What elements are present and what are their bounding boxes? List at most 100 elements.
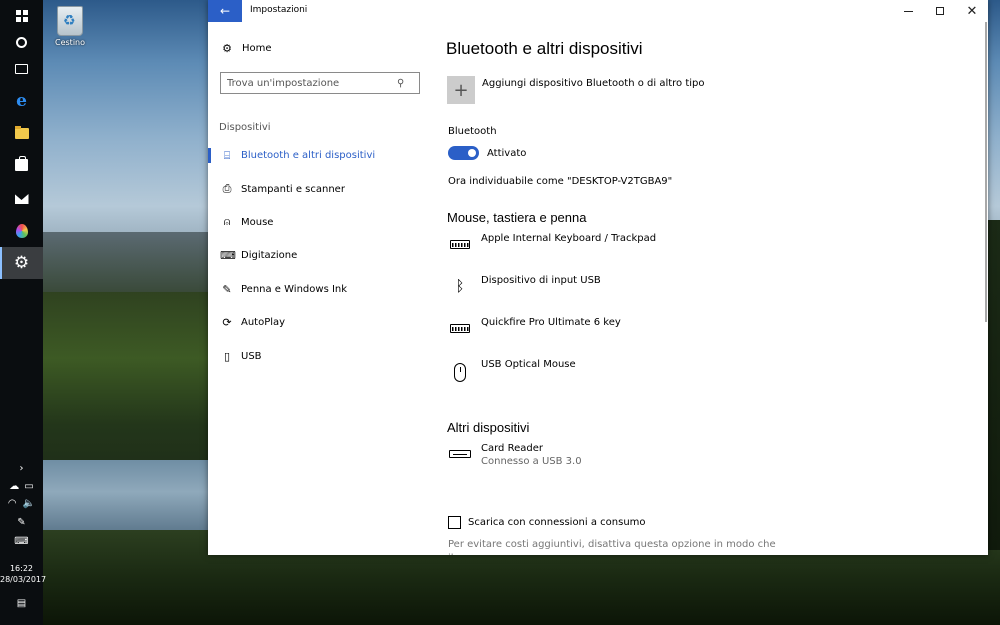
mouse-icon: ⍝ bbox=[223, 215, 231, 229]
settings-button[interactable]: ⚙ bbox=[0, 247, 43, 279]
taskbar: e ⚙ › ☁ ▭ ◠ 🔈 ✎ ⌨ 16:22 28/03/2017 ▤ bbox=[0, 0, 46, 625]
search-box: ⚲ bbox=[220, 72, 420, 94]
action-center-button[interactable]: ▤ bbox=[0, 598, 43, 609]
maximize-button[interactable] bbox=[924, 0, 956, 22]
minimize-button[interactable] bbox=[892, 0, 924, 22]
sidebar-item-label: Stampanti e scanner bbox=[241, 183, 345, 195]
store-button[interactable] bbox=[0, 149, 43, 181]
device-name: Quickfire Pro Ultimate 6 key bbox=[481, 317, 621, 328]
device-item[interactable]: Card Reader Connesso a USB 3.0 bbox=[448, 443, 582, 467]
recycle-bin-label: Cestino bbox=[55, 38, 85, 47]
paint-icon bbox=[15, 224, 28, 238]
clock-time: 16:22 bbox=[9, 564, 34, 573]
sidebar-item-label: Digitazione bbox=[241, 250, 298, 262]
search-input[interactable] bbox=[227, 77, 397, 89]
device-item[interactable]: Apple Internal Keyboard / Trackpad bbox=[448, 233, 656, 255]
sidebar-item-autoplay[interactable]: ⟳ AutoPlay bbox=[208, 306, 433, 339]
file-explorer-button[interactable] bbox=[0, 117, 43, 149]
search-icon[interactable]: ⚲ bbox=[397, 78, 404, 89]
sidebar-item-usb[interactable]: ▯ USB bbox=[208, 339, 433, 372]
add-device-button[interactable]: + bbox=[447, 76, 475, 104]
nav-home-label: Home bbox=[242, 43, 272, 54]
metered-download-label: Scarica con connessioni a consumo bbox=[468, 517, 646, 528]
back-button[interactable]: ← bbox=[208, 0, 242, 22]
show-hidden-icons-button[interactable]: › bbox=[0, 463, 43, 474]
tray-network-row: ◠ 🔈 bbox=[0, 498, 43, 509]
device-name: Dispositivo di input USB bbox=[481, 275, 601, 286]
sidebar-item-label: Mouse bbox=[241, 216, 274, 228]
paint-button[interactable] bbox=[0, 215, 43, 247]
autoplay-icon: ⟳ bbox=[222, 316, 232, 330]
sidebar-item-bluetooth[interactable]: ⌸ Bluetooth e altri dispositivi bbox=[208, 139, 433, 172]
sidebar-item-pen[interactable]: ✎ Penna e Windows Ink bbox=[208, 273, 433, 306]
bluetooth-icon: ᛒ bbox=[455, 277, 465, 295]
edge-button[interactable]: e bbox=[0, 85, 43, 117]
nav-section-title: Dispositivi bbox=[219, 122, 271, 133]
add-device-row[interactable]: + Aggiungi dispositivo Bluetooth o di al… bbox=[447, 76, 705, 104]
keyboard-icon bbox=[450, 239, 470, 249]
device-name: Apple Internal Keyboard / Trackpad bbox=[481, 233, 657, 244]
device-name: USB Optical Mouse bbox=[481, 359, 576, 370]
mouse-icon bbox=[454, 362, 466, 382]
taskbar-clock[interactable]: 16:22 28/03/2017 bbox=[0, 563, 46, 585]
close-icon: ✕ bbox=[966, 3, 978, 19]
metered-download-description: Per evitare costi aggiuntivi, disattiva … bbox=[448, 539, 776, 555]
sidebar-item-mouse[interactable]: ⍝ Mouse bbox=[208, 206, 433, 239]
wifi-icon[interactable]: ◠ bbox=[8, 498, 17, 509]
file-explorer-icon bbox=[14, 125, 29, 139]
pen-icon: ✎ bbox=[17, 517, 26, 528]
bluetooth-toggle[interactable] bbox=[448, 146, 479, 160]
pen-workspace-button[interactable]: ✎ bbox=[0, 517, 43, 528]
notifications-icon: ▤ bbox=[16, 598, 27, 609]
sidebar-item-label: Penna e Windows Ink bbox=[241, 283, 348, 295]
store-icon bbox=[15, 156, 28, 171]
metered-download-checkbox[interactable] bbox=[448, 516, 461, 529]
printer-icon: ⎙ bbox=[222, 182, 232, 196]
back-arrow-icon: ← bbox=[219, 4, 231, 18]
chevron-icon: › bbox=[19, 463, 24, 474]
card-reader-icon bbox=[449, 450, 471, 458]
battery-icon[interactable]: ▭ bbox=[24, 481, 33, 492]
tray-status-row: ☁ ▭ bbox=[0, 481, 43, 492]
sidebar-item-label: Bluetooth e altri dispositivi bbox=[241, 150, 376, 162]
pen-icon: ✎ bbox=[222, 282, 232, 296]
device-name: Card Reader bbox=[481, 443, 543, 454]
metered-download-row: Scarica con connessioni a consumo bbox=[448, 516, 646, 529]
recycle-bin-icon bbox=[57, 6, 83, 36]
discoverable-text: Ora individuabile come "DESKTOP-V2TGBA9" bbox=[448, 176, 673, 187]
task-view-icon bbox=[15, 64, 28, 74]
touch-keyboard-button[interactable]: ⌨ bbox=[0, 536, 43, 547]
cortana-icon bbox=[16, 36, 27, 48]
nav-home[interactable]: ⚙ Home bbox=[220, 42, 272, 55]
keyboard-icon: ⌨ bbox=[220, 249, 236, 263]
mail-button[interactable] bbox=[0, 183, 43, 215]
sidebar-item-printers[interactable]: ⎙ Stampanti e scanner bbox=[208, 172, 433, 205]
edge-icon: e bbox=[16, 91, 27, 111]
settings-icon: ⚙ bbox=[13, 253, 30, 273]
devices-icon: ⌸ bbox=[223, 148, 231, 162]
window-title: Impostazioni bbox=[250, 5, 308, 15]
other-devices-section-title: Altri dispositivi bbox=[447, 420, 530, 435]
mouse-keyboard-pen-section-title: Mouse, tastiera e penna bbox=[447, 210, 587, 225]
minimize-icon bbox=[903, 10, 913, 12]
add-device-label: Aggiungi dispositivo Bluetooth o di altr… bbox=[482, 78, 705, 89]
content-scrollbar[interactable] bbox=[985, 22, 987, 322]
title-bar: ← Impostazioni ✕ bbox=[208, 0, 988, 22]
settings-content: Bluetooth e altri dispositivi + Aggiungi… bbox=[446, 22, 966, 555]
sidebar-item-label: USB bbox=[241, 350, 262, 362]
keyboard-icon: ⌨ bbox=[14, 536, 29, 547]
device-item[interactable]: USB Optical Mouse bbox=[448, 359, 576, 385]
volume-icon[interactable]: 🔈 bbox=[23, 498, 35, 509]
task-view-button[interactable] bbox=[0, 53, 43, 85]
maximize-icon bbox=[936, 7, 944, 15]
device-item[interactable]: ᛒ Dispositivo di input USB bbox=[448, 275, 601, 297]
close-button[interactable]: ✕ bbox=[956, 0, 988, 22]
settings-nav: ⚙ Home ⚲ Dispositivi ⌸ Bluetooth e altri… bbox=[208, 22, 433, 555]
sidebar-item-typing[interactable]: ⌨ Digitazione bbox=[208, 239, 433, 272]
recycle-bin-shortcut[interactable]: Cestino bbox=[50, 6, 90, 47]
device-item[interactable]: Quickfire Pro Ultimate 6 key bbox=[448, 317, 621, 339]
nav-list: ⌸ Bluetooth e altri dispositivi ⎙ Stampa… bbox=[208, 139, 433, 373]
plus-icon: + bbox=[453, 79, 469, 101]
page-title: Bluetooth e altri dispositivi bbox=[446, 39, 643, 58]
people-icon[interactable]: ☁ bbox=[9, 481, 19, 492]
